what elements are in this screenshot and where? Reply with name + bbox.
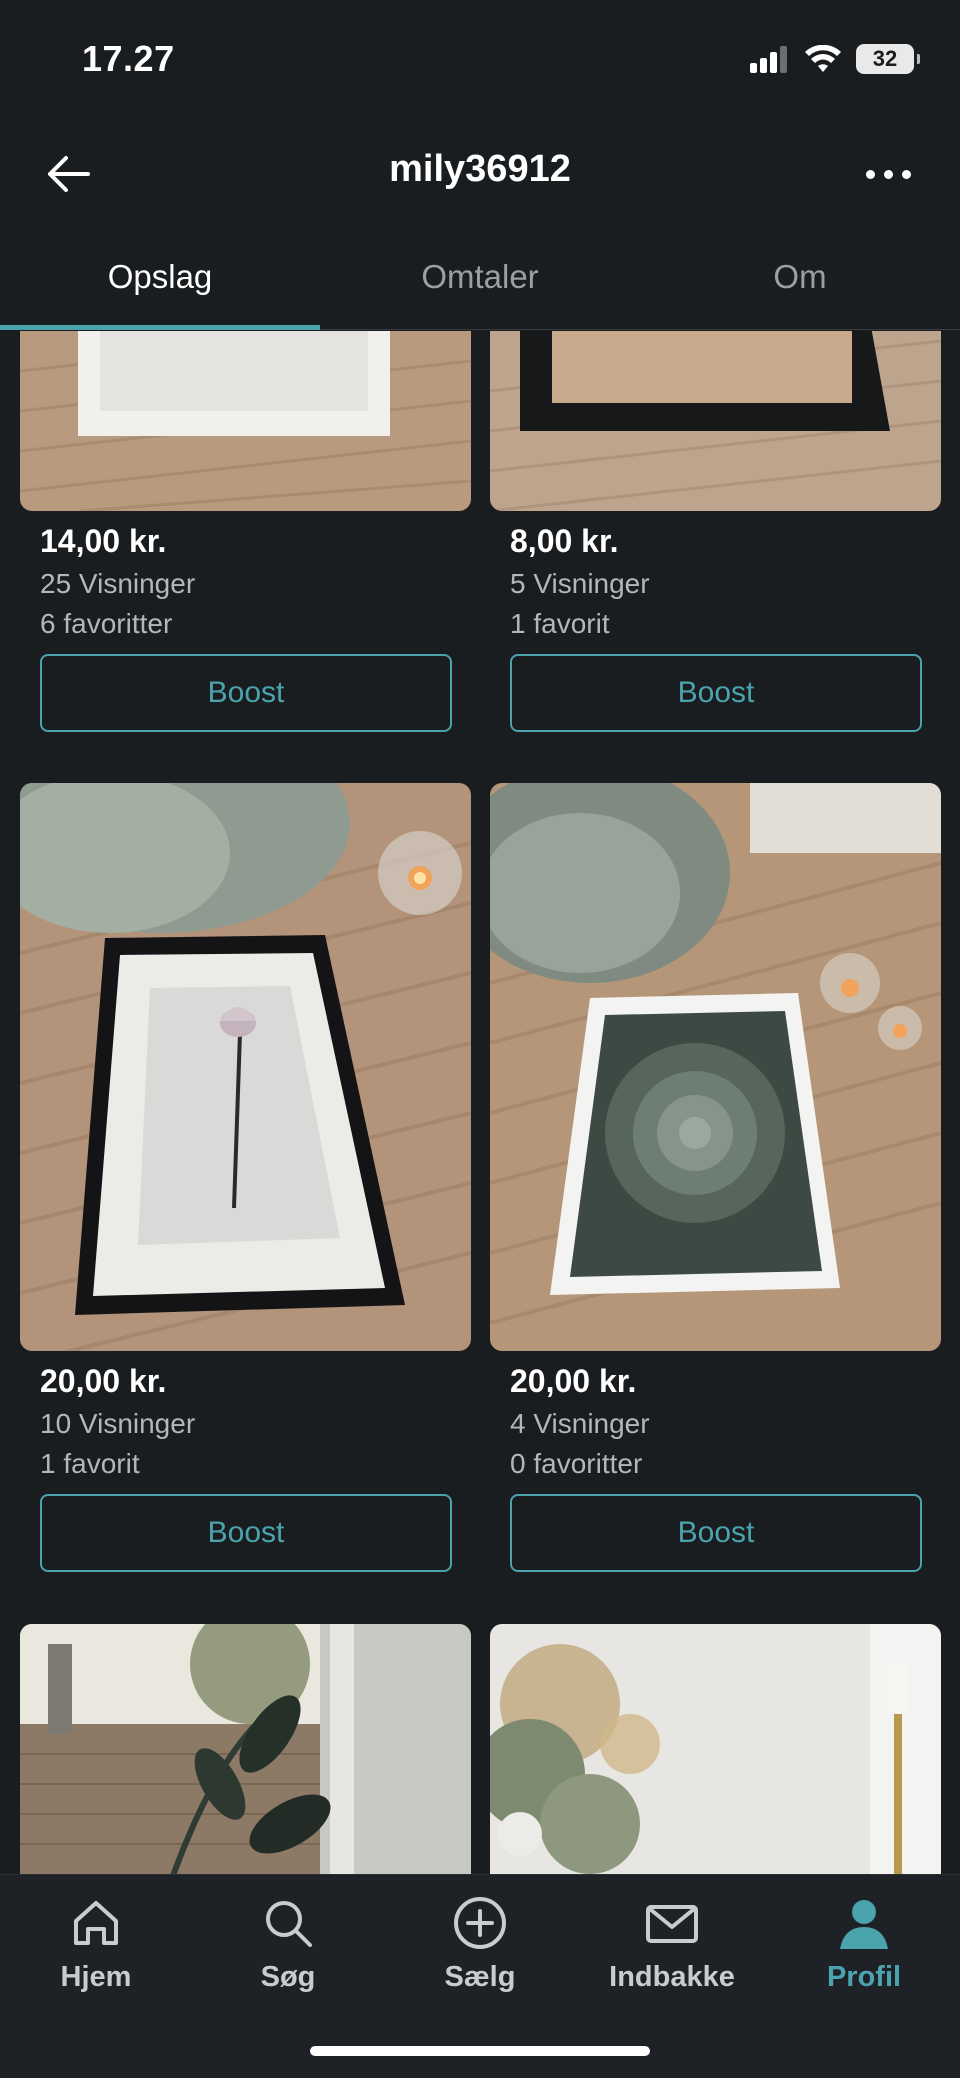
listing-price: 8,00 kr. [510,523,619,559]
home-icon [74,1901,118,1945]
more-dot-icon [883,169,893,179]
more-dot-icon [865,169,875,179]
listing-price: 14,00 kr. [40,523,167,559]
nav-home[interactable]: Hjem [0,1895,192,2015]
listing-image [490,783,941,1351]
listing-card[interactable]: 20,00 kr. 4 Visninger 0 favoritter Boost [490,783,941,1572]
listing-photo[interactable] [490,331,941,511]
listing-favorites: 6 favoritter [40,608,173,639]
listing-views: 4 Visninger [510,1408,650,1439]
profile-icon [840,1900,888,1949]
listing-image [490,1624,941,1874]
home-indicator [310,2046,650,2056]
nav-home-label: Hjem [60,1961,132,1993]
boost-button[interactable]: Boost [510,1494,922,1572]
listing-views: 25 Visninger [40,568,196,599]
listing-image [20,783,471,1351]
cellular-signal-icon [750,46,787,73]
listing-card[interactable]: 8,00 kr. 5 Visninger 1 favorit Boost [490,331,941,732]
listing-image [20,331,471,511]
plus-circle-icon [454,1897,506,1949]
mail-icon [646,1905,698,1943]
boost-button[interactable]: Boost [510,654,922,732]
nav-search-label: Søg [260,1961,316,1993]
listing-photo[interactable] [20,1624,471,1874]
profile-tabs: Opslag Omtaler Om [0,228,960,330]
listing-price: 20,00 kr. [40,1363,167,1399]
listing-views: 10 Visninger [40,1408,196,1439]
status-bar: 17.27 32 [0,0,960,120]
nav-profile-label: Profil [826,1961,902,1993]
profile-username-title: mily36912 [389,148,571,190]
more-dot-icon [901,169,911,179]
listing-photo[interactable] [20,331,471,511]
nav-profile[interactable]: Profil [768,1895,960,2015]
listing-favorites: 1 favorit [510,608,610,639]
top-bar: mily36912 [0,120,960,228]
listing-price: 20,00 kr. [510,1363,637,1399]
tab-omtaler[interactable]: Omtaler [320,228,640,329]
status-time: 17.27 [82,38,175,79]
listing-photo[interactable] [490,783,941,1351]
wifi-icon [805,45,841,72]
nav-sell[interactable]: Sælg [384,1895,576,2015]
listing-card[interactable] [20,1624,471,1874]
tab-opslag[interactable]: Opslag [0,228,320,330]
battery-indicator: 32 [856,44,920,74]
search-icon [266,1901,312,1947]
listing-image [490,331,941,511]
listing-photo[interactable] [20,783,471,1351]
nav-inbox-label: Indbakke [609,1961,735,1993]
listings-grid: 14,00 kr. 25 Visninger 6 favoritter Boos… [0,331,960,1874]
status-icons: 32 [750,44,920,74]
listing-photo[interactable] [490,1624,941,1874]
more-options-button[interactable] [852,142,924,206]
listing-views: 5 Visninger [510,568,650,599]
listing-favorites: 0 favoritter [510,1448,643,1479]
boost-button[interactable]: Boost [40,1494,452,1572]
listing-favorites: 1 favorit [40,1448,140,1479]
listing-image [20,1624,471,1874]
listing-card[interactable]: 20,00 kr. 10 Visninger 1 favorit Boost [20,783,471,1572]
listing-card[interactable]: 14,00 kr. 25 Visninger 6 favoritter Boos… [20,331,471,732]
boost-button[interactable]: Boost [40,654,452,732]
nav-search[interactable]: Søg [192,1895,384,2015]
nav-sell-label: Sælg [444,1961,516,1993]
listing-card[interactable] [490,1624,941,1874]
tab-om[interactable]: Om [640,228,960,329]
nav-inbox[interactable]: Indbakke [576,1895,768,2015]
